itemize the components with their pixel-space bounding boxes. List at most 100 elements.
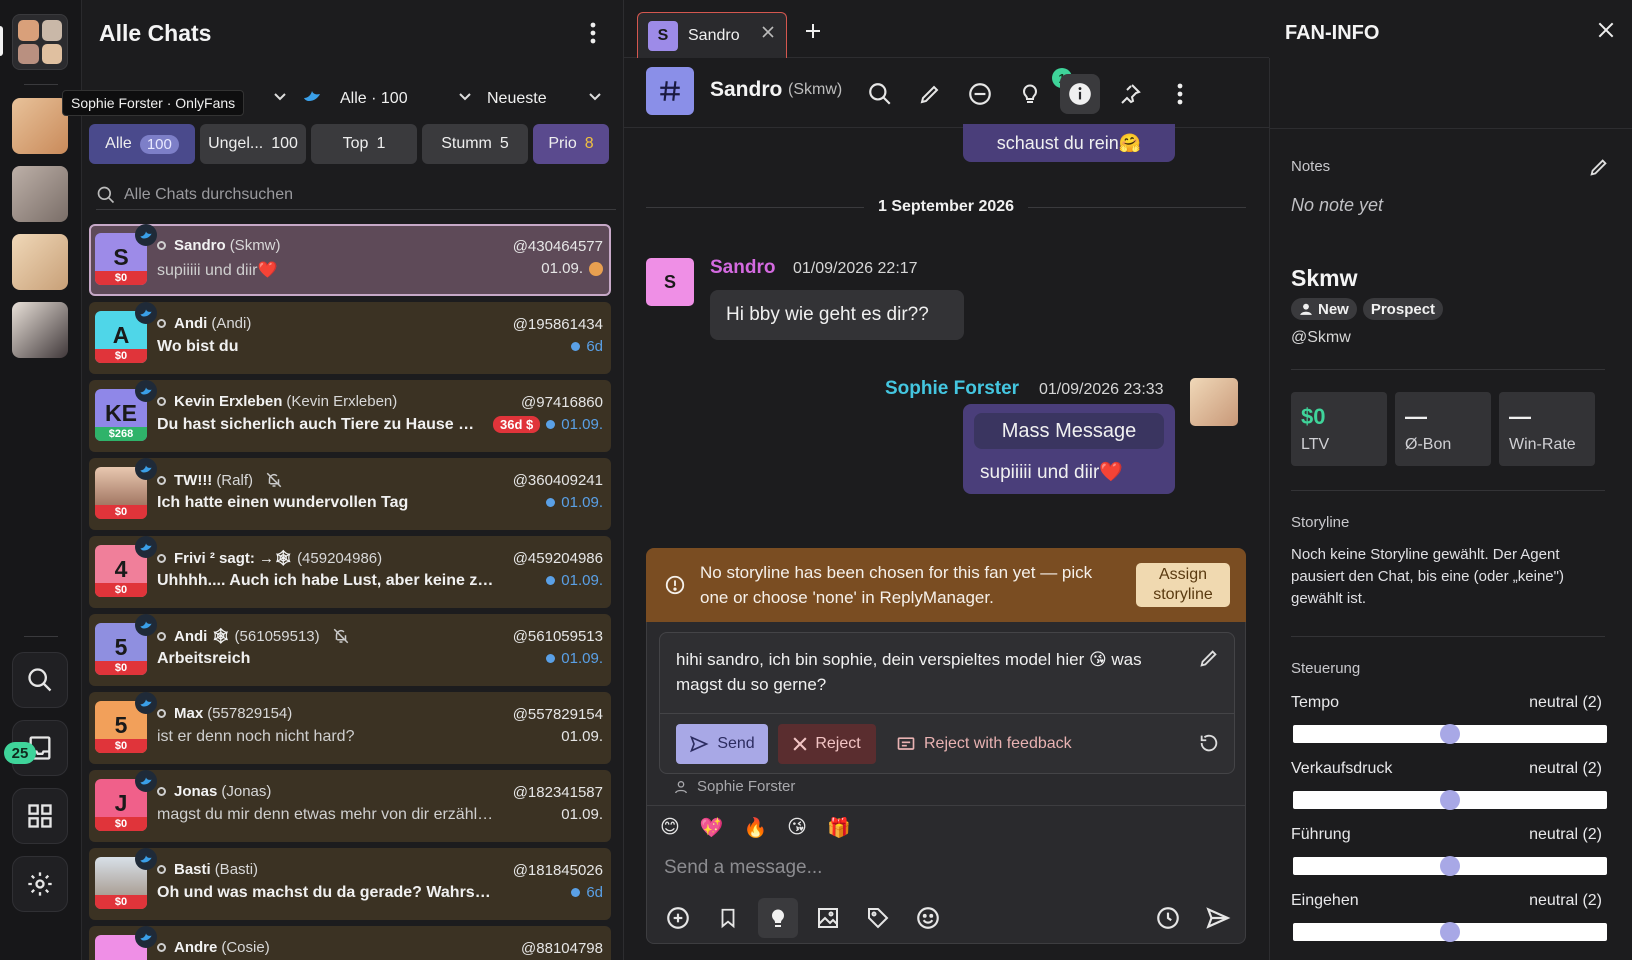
media-button[interactable] (808, 898, 848, 938)
scope-filter[interactable]: Alle · 100 (340, 90, 408, 108)
emoji-heart[interactable]: 💖 (700, 816, 724, 840)
chat-row-basti[interactable]: $0 Basti (Basti) @181845026 Oh und was ma… (89, 848, 611, 920)
tab-top[interactable]: Top 1 (311, 124, 417, 164)
assign-storyline-button[interactable]: Assign storyline (1136, 563, 1230, 607)
sort-dropdown[interactable] (587, 88, 603, 108)
slider-thumb[interactable] (1440, 856, 1460, 876)
chevron-down-icon (589, 93, 601, 101)
row-name: Kevin Erxleben (Kevin Erxleben) (157, 393, 397, 410)
bell-off-icon (266, 472, 282, 488)
account-avatar-2[interactable] (12, 166, 68, 222)
avatar-initials: A (112, 321, 130, 348)
row-date: 01.09. (561, 728, 603, 745)
emoji-button[interactable] (908, 898, 948, 938)
emoji-gift[interactable]: 🎁 (827, 816, 851, 840)
stat-ltv: $0 LTV (1291, 392, 1387, 466)
emoji-kiss[interactable]: 😘 (787, 816, 807, 840)
sort-select[interactable]: Neueste (487, 90, 547, 108)
reject-with-feedback-button[interactable]: Reject with feedback (896, 724, 1072, 764)
chat-row-andre[interactable]: Andre (Cosie) @88104798 (89, 926, 611, 960)
slider-thumb[interactable] (1440, 724, 1460, 744)
chat-row-jonas[interactable]: J $0 Jonas (Jonas) @182341587 magst du mir… (89, 770, 611, 842)
search-chat-button[interactable] (860, 74, 900, 114)
scope-dropdown[interactable] (457, 88, 473, 108)
account-avatar-1[interactable] (12, 98, 68, 154)
row-meta: 01.09. (546, 572, 603, 589)
send-draft-button[interactable]: Send (676, 724, 768, 764)
slider-eingehen[interactable] (1293, 922, 1607, 942)
message-input[interactable]: Send a message... (664, 857, 822, 879)
chat-row-andi[interactable]: A $0 Andi (Andi) @195861434 Wo bist du 6d (89, 302, 611, 374)
reject-draft-button[interactable]: Reject (778, 724, 876, 764)
ai-button[interactable] (758, 898, 798, 938)
bookmark-button[interactable] (708, 898, 748, 938)
price-tag: $0 (95, 895, 147, 909)
edit-note-button[interactable] (1588, 156, 1610, 182)
edit-draft-button[interactable] (1198, 647, 1220, 673)
emoji-smile[interactable]: 😊 (660, 816, 680, 840)
bird-icon (140, 699, 152, 707)
close-tab-button[interactable] (762, 25, 774, 43)
all-accounts-button[interactable] (12, 14, 68, 70)
tab-ungelesen[interactable]: Ungel... 100 (200, 124, 306, 164)
fan-handle: @88104798 (521, 940, 603, 957)
mute-button[interactable] (960, 74, 1000, 114)
row-date: 01.09. (561, 416, 603, 433)
tab-stumm[interactable]: Stumm 5 (422, 124, 528, 164)
storyline-text: Noch keine Storyline gewählt. Der Agent … (1291, 546, 1564, 607)
slider-tempo[interactable] (1293, 724, 1607, 744)
date-separator: 1 September 2026 (646, 198, 1247, 216)
slider-fuehrung[interactable] (1293, 856, 1607, 876)
attach-button[interactable] (658, 898, 698, 938)
tab-count: 8 (584, 135, 594, 152)
tab-prio[interactable]: Prio 8 (533, 124, 609, 164)
chat-row-andi-2[interactable]: 5 $0 Andi 🕸 (561059513) @561059513 Arbeits… (89, 614, 611, 686)
list-menu-button[interactable] (589, 22, 597, 48)
stat-label: LTV (1301, 436, 1330, 453)
ai-suggest-button[interactable] (1010, 74, 1050, 114)
conversation-menu-button[interactable] (1160, 74, 1200, 114)
chat-row-max[interactable]: 5 $0 Max (557829154) @557829154 ist er den… (89, 692, 611, 764)
account-dropdown[interactable] (272, 88, 288, 108)
chat-row-tw[interactable]: $0 TW!!! (Ralf) @360409241 Ich hatte eine… (89, 458, 611, 530)
slider-thumb[interactable] (1440, 922, 1460, 942)
emoji-fire[interactable]: 🔥 (743, 816, 767, 840)
chat-search[interactable]: Alle Chats durchsuchen (96, 180, 616, 210)
info-button[interactable] (1060, 74, 1100, 114)
send-icon (690, 735, 709, 753)
warning-icon-wrap (664, 574, 686, 600)
clock-icon (1157, 907, 1179, 929)
account-avatar-3[interactable] (12, 234, 68, 290)
search-input[interactable]: Alle Chats durchsuchen (124, 186, 293, 204)
slider-verkaufsdruck[interactable] (1293, 790, 1607, 810)
row-meta: 01.09. (561, 806, 603, 823)
account-avatar-4[interactable] (12, 302, 68, 358)
fan-handle: @430464577 (512, 238, 603, 255)
edit-button[interactable] (910, 74, 950, 114)
chat-row-sandro[interactable]: S $0 Sandro (Skmw) @430464577 supiiiii und… (89, 224, 611, 296)
fan-name: Kevin Erxleben (174, 393, 283, 410)
smiley-icon (917, 907, 939, 929)
tab-alle[interactable]: Alle 100 (89, 124, 195, 164)
regenerate-button[interactable] (1198, 732, 1220, 758)
conversation-panel: S Sandro Sandro (Skmw) 1 (624, 0, 1269, 960)
last-message: magst du mir denn etwas mehr von dir erz… (157, 806, 497, 823)
new-tab-button[interactable] (804, 22, 822, 44)
price-tag-button[interactable] (858, 898, 898, 938)
close-fan-info-button[interactable] (1598, 22, 1614, 42)
chat-row-frivi[interactable]: 4 $0 Frivi ² sagt: →🕸 (459204986) @4592049… (89, 536, 611, 608)
settings-button[interactable] (12, 856, 68, 912)
grid-button[interactable] (12, 788, 68, 844)
pin-button[interactable] (1110, 74, 1150, 114)
conversation-tab-sandro[interactable]: S Sandro (637, 12, 787, 58)
schedule-button[interactable] (1148, 898, 1188, 938)
draft-box: hihi sandro, ich bin sophie, dein verspi… (659, 632, 1235, 774)
slider-thumb[interactable] (1440, 790, 1460, 810)
search-button[interactable] (12, 652, 68, 708)
fan-subname: (561059513) (234, 627, 320, 645)
row-name: Jonas (Jonas) (157, 783, 271, 800)
chat-row-kevin[interactable]: KE $268 Kevin Erxleben (Kevin Erxleben) @9… (89, 380, 611, 452)
bird-icon (140, 465, 152, 473)
send-button[interactable] (1198, 898, 1238, 938)
tab-title: Sandro (688, 26, 740, 44)
